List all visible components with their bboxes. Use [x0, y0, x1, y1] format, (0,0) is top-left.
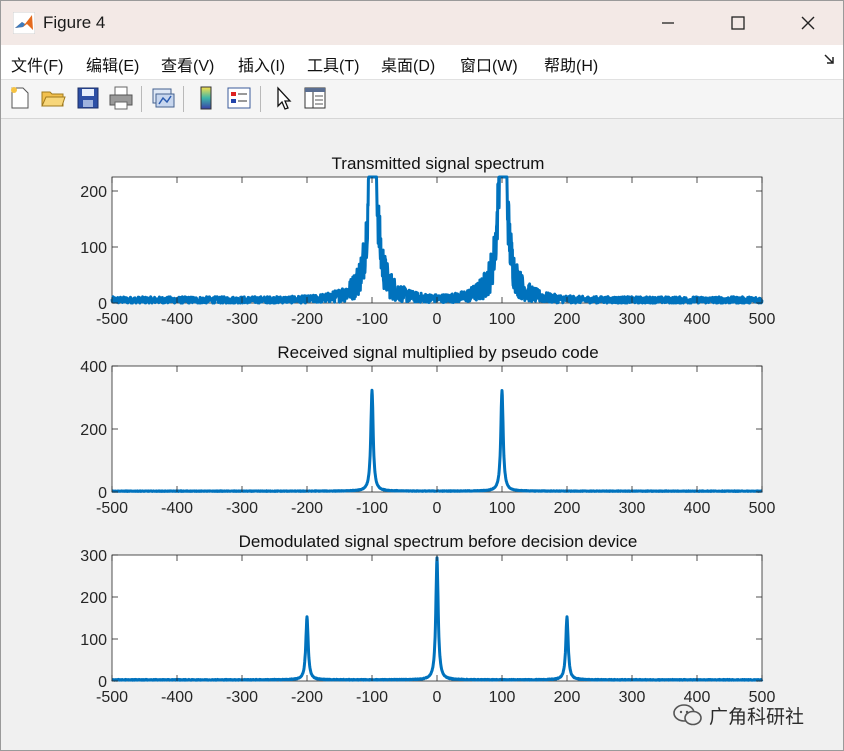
- x-tick-label: 200: [554, 500, 581, 517]
- x-tick-label: -200: [291, 311, 323, 328]
- subplots: -500 -400 -300 -200 -100 0 100 200 300 400 500 0 100…: [80, 154, 775, 706]
- y-tick-label: 100: [80, 240, 107, 257]
- subplot-1: -500 -400 -300 -200 -100 0 100 200 300 400 500 0 100…: [80, 154, 775, 328]
- maximize-button[interactable]: [703, 1, 773, 45]
- x-tick-label: 100: [489, 311, 516, 328]
- matlab-logo-icon: [13, 12, 35, 34]
- figure-canvas: -500 -400 -300 -200 -100 0 100 200 300 400 500 0 100…: [2, 119, 842, 749]
- y-tick-label: 200: [80, 590, 107, 607]
- legend-icon[interactable]: [225, 84, 253, 112]
- x-tick-label: -400: [161, 500, 193, 517]
- x-tick-label: 100: [489, 689, 516, 706]
- x-tick-label: 0: [433, 311, 442, 328]
- x-tick-label: -500: [96, 311, 128, 328]
- x-tick-label: 0: [433, 689, 442, 706]
- y-tick-label: 0: [98, 674, 107, 691]
- property-inspector-icon[interactable]: [301, 84, 329, 112]
- close-button[interactable]: [773, 1, 843, 45]
- pointer-icon[interactable]: [269, 84, 297, 112]
- link-plot-icon[interactable]: [149, 84, 177, 112]
- menu-desktop[interactable]: 桌面(D): [381, 52, 435, 76]
- window-title: Figure 4: [43, 13, 106, 32]
- axes-box: [111, 365, 763, 493]
- subplot-2: -500 -400 -300 -200 -100 0 100 200 300 400 500 0 200…: [80, 343, 775, 517]
- new-figure-icon[interactable]: [6, 84, 34, 112]
- maximize-icon: [731, 16, 745, 30]
- menu-insert[interactable]: 插入(I): [238, 52, 285, 76]
- undock-arrow-icon[interactable]: [823, 53, 835, 65]
- y-tick-label: 100: [80, 632, 107, 649]
- x-tick-label: -400: [161, 689, 193, 706]
- menu-edit[interactable]: 编辑(E): [86, 52, 139, 76]
- figure-toolbar: [1, 80, 843, 119]
- menu-file[interactable]: 文件(F): [11, 52, 63, 76]
- x-tick-label: -100: [356, 500, 388, 517]
- minimize-icon: [662, 22, 674, 24]
- figure-window: Figure 4 文件(F) 编辑(E) 查看(V) 插入(I) 工具(T) 桌…: [0, 0, 844, 751]
- x-tick-label: -200: [291, 500, 323, 517]
- wechat-icon: [673, 704, 702, 726]
- x-tick-label: 300: [619, 311, 646, 328]
- save-icon[interactable]: [74, 84, 102, 112]
- y-tick-label: 0: [98, 296, 107, 313]
- title-bar[interactable]: Figure 4: [1, 1, 843, 45]
- y-tick-label: 200: [80, 184, 107, 201]
- x-tick-label: -500: [96, 689, 128, 706]
- watermark-text: 广角科研社: [709, 706, 805, 728]
- x-tick-label: 0: [433, 500, 442, 517]
- y-tick-label: 400: [80, 359, 107, 376]
- toolbar-separator: [141, 86, 142, 112]
- x-tick-label: 400: [684, 500, 711, 517]
- x-tick-label: 300: [619, 689, 646, 706]
- toolbar-separator: [183, 86, 184, 112]
- menu-window[interactable]: 窗口(W): [460, 52, 518, 76]
- x-tick-label: 200: [554, 689, 581, 706]
- subplot-title: Received signal multiplied by pseudo cod…: [277, 343, 598, 362]
- toolbar-separator: [260, 86, 261, 112]
- x-tick-label: -300: [226, 500, 258, 517]
- x-tick-label: 200: [554, 311, 581, 328]
- x-tick-label: -200: [291, 689, 323, 706]
- subplot-title: Demodulated signal spectrum before decis…: [239, 532, 638, 551]
- x-tick-label: -300: [226, 311, 258, 328]
- menu-help[interactable]: 帮助(H): [544, 52, 598, 76]
- x-tick-label: -400: [161, 311, 193, 328]
- menu-tools[interactable]: 工具(T): [307, 52, 359, 76]
- subplot-title: Transmitted signal spectrum: [332, 154, 545, 173]
- x-tick-label: 300: [619, 500, 646, 517]
- subplot-3: -500 -400 -300 -200 -100 0 100 200 300 400 5000100…: [80, 532, 775, 706]
- y-tick-label: 0: [98, 485, 107, 502]
- x-tick-label: 100: [489, 500, 516, 517]
- x-tick-label: -500: [96, 500, 128, 517]
- axes-box: [111, 176, 763, 304]
- close-icon: [801, 16, 815, 30]
- x-tick-label: -100: [356, 689, 388, 706]
- colorbar-icon[interactable]: [192, 84, 220, 112]
- y-tick-label: 200: [80, 422, 107, 439]
- x-tick-label: -100: [356, 311, 388, 328]
- y-tick-label: 300: [80, 548, 107, 565]
- x-tick-label: 500: [749, 311, 776, 328]
- minimize-button[interactable]: [633, 1, 703, 45]
- x-tick-label: 500: [749, 500, 776, 517]
- print-icon[interactable]: [107, 84, 135, 112]
- x-tick-label: 400: [684, 311, 711, 328]
- open-file-icon[interactable]: [39, 84, 67, 112]
- menu-view[interactable]: 查看(V): [161, 52, 214, 76]
- menu-bar: 文件(F) 编辑(E) 查看(V) 插入(I) 工具(T) 桌面(D) 窗口(W…: [1, 45, 843, 80]
- x-tick-label: -300: [226, 689, 258, 706]
- watermark: 广角科研社: [673, 703, 805, 728]
